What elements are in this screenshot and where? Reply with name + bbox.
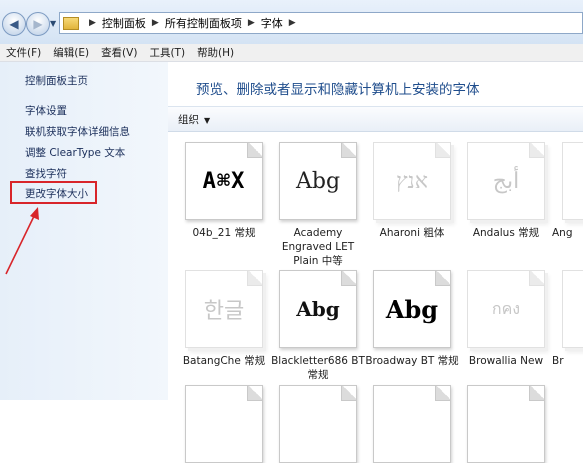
link-font-settings[interactable]: 字体设置 bbox=[25, 103, 67, 118]
chevron-right-icon[interactable]: ▶ bbox=[248, 18, 255, 28]
font-name: Academy Engraved LET Plain 中等 bbox=[281, 227, 355, 267]
font-content-pane: 预览、删除或者显示和隐藏计算机上安装的字体 组织 ▼ A⌘X 04b_21 常规 … bbox=[168, 62, 583, 463]
font-name: Andalus 常规 bbox=[472, 227, 540, 239]
font-name: Broadway BT 常规 bbox=[365, 355, 459, 367]
link-control-panel-home[interactable]: 控制面板主页 bbox=[25, 73, 88, 88]
font-preview-page: A⌘X bbox=[185, 142, 263, 220]
annotation-arrow-icon bbox=[5, 207, 39, 275]
font-tile[interactable]: Br bbox=[552, 270, 583, 368]
font-tile[interactable] bbox=[176, 385, 272, 463]
menu-help[interactable]: 帮助(H) bbox=[191, 45, 240, 60]
back-button[interactable]: ◀ bbox=[2, 12, 26, 36]
breadcrumb-control-panel[interactable]: 控制面板 bbox=[102, 15, 146, 31]
chevron-right-icon[interactable]: ▶ bbox=[289, 18, 296, 28]
font-sample: أبج bbox=[492, 168, 520, 194]
font-sample: אנץ bbox=[396, 169, 428, 194]
organize-button[interactable]: 组织 ▼ bbox=[178, 112, 210, 127]
font-preview-page bbox=[373, 385, 451, 463]
font-preview-page: אנץ bbox=[373, 142, 451, 220]
font-preview-page: Abg bbox=[373, 270, 451, 348]
font-tile[interactable]: أبج Andalus 常规 bbox=[458, 142, 554, 240]
font-preview-page: Abg bbox=[279, 142, 357, 220]
chevron-right-icon[interactable]: ▶ bbox=[89, 18, 96, 28]
font-name: Browallia New bbox=[468, 355, 544, 367]
breadcrumb-all-items[interactable]: 所有控制面板项 bbox=[165, 15, 242, 31]
font-name: Br bbox=[552, 355, 564, 367]
font-tile[interactable]: กคง Browallia New bbox=[458, 270, 554, 368]
address-box[interactable]: ▶ 控制面板 ▶ 所有控制面板项 ▶ 字体 ▶ bbox=[59, 12, 583, 34]
font-preview-page bbox=[185, 385, 263, 463]
control-panel-icon bbox=[63, 16, 79, 30]
forward-button[interactable]: ▶ bbox=[26, 12, 50, 36]
font-tile[interactable]: Abg Broadway BT 常规 bbox=[364, 270, 460, 368]
font-name: Ang bbox=[552, 227, 573, 239]
menu-file[interactable]: 文件(F) bbox=[0, 45, 47, 60]
font-sample: 한글 bbox=[203, 299, 245, 324]
breadcrumb-fonts[interactable]: 字体 bbox=[261, 15, 283, 31]
arrow-right-icon: ▶ bbox=[33, 17, 43, 31]
font-tile[interactable]: A⌘X 04b_21 常规 bbox=[176, 142, 272, 240]
font-sample: Abg bbox=[296, 297, 340, 321]
page-title: 预览、删除或者显示和隐藏计算机上安装的字体 bbox=[196, 82, 480, 98]
font-tile[interactable] bbox=[270, 385, 366, 463]
font-preview-page bbox=[562, 270, 583, 348]
font-preview-page: กคง bbox=[467, 270, 545, 348]
font-name: Aharoni 粗体 bbox=[379, 227, 445, 239]
link-find-character[interactable]: 查找字符 bbox=[25, 166, 67, 181]
font-name: BatangChe 常规 bbox=[182, 355, 266, 367]
link-get-font-info-online[interactable]: 联机获取字体详细信息 bbox=[25, 124, 130, 139]
chevron-down-icon: ▼ bbox=[204, 115, 211, 125]
address-bar: ◀ ▶ ▼ ▶ 控制面板 ▶ 所有控制面板项 ▶ 字体 ▶ bbox=[0, 0, 583, 44]
font-tile[interactable]: Abg Blackletter686 BT 常规 bbox=[270, 270, 366, 382]
font-name: Blackletter686 BT 常规 bbox=[271, 355, 365, 381]
font-preview-page: 한글 bbox=[185, 270, 263, 348]
menu-bar: 文件(F) 编辑(E) 查看(V) 工具(T) 帮助(H) bbox=[0, 44, 583, 62]
font-sample: Abg bbox=[385, 294, 439, 324]
font-preview-page: Abg bbox=[279, 270, 357, 348]
menu-tools[interactable]: 工具(T) bbox=[143, 45, 191, 60]
font-preview-page bbox=[279, 385, 357, 463]
menu-edit[interactable]: 编辑(E) bbox=[47, 45, 95, 60]
history-dropdown-icon[interactable]: ▼ bbox=[50, 19, 56, 28]
font-tile[interactable] bbox=[458, 385, 554, 463]
link-adjust-cleartype[interactable]: 调整 ClearType 文本 bbox=[25, 145, 125, 160]
font-sample: กคง bbox=[491, 298, 521, 318]
font-tile[interactable] bbox=[364, 385, 460, 463]
font-tile[interactable]: Abg Academy Engraved LET Plain 中等 bbox=[270, 142, 366, 268]
font-sample: Abg bbox=[295, 168, 341, 194]
arrow-left-icon: ◀ bbox=[9, 17, 19, 31]
font-sample: A⌘X bbox=[202, 168, 246, 194]
command-bar: 组织 ▼ bbox=[168, 106, 583, 132]
font-name: 04b_21 常规 bbox=[192, 227, 256, 239]
font-preview-page bbox=[562, 142, 583, 220]
font-tile[interactable]: אנץ Aharoni 粗体 bbox=[364, 142, 460, 240]
font-preview-page: أبج bbox=[467, 142, 545, 220]
chevron-right-icon[interactable]: ▶ bbox=[152, 18, 159, 28]
font-preview-page bbox=[467, 385, 545, 463]
menu-view[interactable]: 查看(V) bbox=[95, 45, 143, 60]
font-tile[interactable]: Ang bbox=[552, 142, 583, 240]
font-tile[interactable]: 한글 BatangChe 常规 bbox=[176, 270, 272, 368]
